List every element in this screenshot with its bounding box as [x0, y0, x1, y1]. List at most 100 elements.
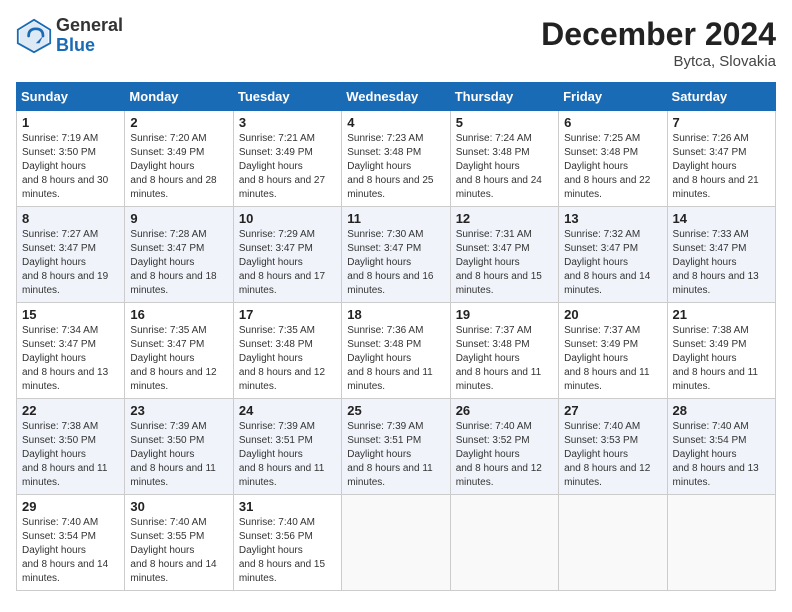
calendar-cell: 3 Sunrise: 7:21 AMSunset: 3:49 PMDaylight… — [233, 111, 341, 207]
title-block: December 2024 Bytca, Slovakia — [541, 16, 776, 70]
day-info: Sunrise: 7:39 AMSunset: 3:50 PMDaylight … — [130, 420, 227, 490]
day-number: 25 — [347, 403, 444, 418]
day-info: Sunrise: 7:37 AMSunset: 3:48 PMDaylight … — [456, 324, 553, 394]
day-info: Sunrise: 7:36 AMSunset: 3:48 PMDaylight … — [347, 324, 444, 394]
day-info: Sunrise: 7:40 AMSunset: 3:53 PMDaylight … — [564, 420, 661, 490]
calendar-header-friday: Friday — [559, 83, 667, 111]
day-number: 15 — [22, 307, 119, 322]
day-info: Sunrise: 7:27 AMSunset: 3:47 PMDaylight … — [22, 228, 119, 298]
day-info: Sunrise: 7:35 AMSunset: 3:48 PMDaylight … — [239, 324, 336, 394]
day-info: Sunrise: 7:30 AMSunset: 3:47 PMDaylight … — [347, 228, 444, 298]
calendar-week-row: 1Sunrise: 7:19 AMSunset: 3:50 PMDaylight… — [17, 111, 776, 207]
calendar-cell: 10 Sunrise: 7:29 AMSunset: 3:47 PMDayligh… — [233, 207, 341, 303]
calendar-cell: 8 Sunrise: 7:27 AMSunset: 3:47 PMDaylight… — [17, 207, 125, 303]
day-info: Sunrise: 7:39 AMSunset: 3:51 PMDaylight … — [347, 420, 444, 490]
calendar-cell: 31 Sunrise: 7:40 AMSunset: 3:56 PMDayligh… — [233, 495, 341, 591]
day-info: Sunrise: 7:35 AMSunset: 3:47 PMDaylight … — [130, 324, 227, 394]
calendar-header-tuesday: Tuesday — [233, 83, 341, 111]
calendar-header-monday: Monday — [125, 83, 233, 111]
day-info: Sunrise: 7:21 AMSunset: 3:49 PMDaylight … — [239, 132, 336, 202]
day-number: 17 — [239, 307, 336, 322]
day-info: Sunrise: 7:40 AMSunset: 3:56 PMDaylight … — [239, 516, 336, 586]
logo-text: General Blue — [56, 16, 123, 56]
day-number: 12 — [456, 211, 553, 226]
calendar-week-row: 8 Sunrise: 7:27 AMSunset: 3:47 PMDaylight… — [17, 207, 776, 303]
day-number: 5 — [456, 115, 553, 130]
calendar-cell: 4 Sunrise: 7:23 AMSunset: 3:48 PMDaylight… — [342, 111, 450, 207]
calendar-cell: 7 Sunrise: 7:26 AMSunset: 3:47 PMDaylight… — [667, 111, 775, 207]
calendar-cell: 26 Sunrise: 7:40 AMSunset: 3:52 PMDayligh… — [450, 399, 558, 495]
calendar-cell — [450, 495, 558, 591]
day-info: Sunrise: 7:19 AMSunset: 3:50 PMDaylight … — [22, 132, 119, 202]
day-number: 23 — [130, 403, 227, 418]
calendar-cell: 5 Sunrise: 7:24 AMSunset: 3:48 PMDaylight… — [450, 111, 558, 207]
calendar-cell: 2Sunrise: 7:20 AMSunset: 3:49 PMDaylight… — [125, 111, 233, 207]
day-number: 14 — [673, 211, 770, 226]
calendar-cell: 18 Sunrise: 7:36 AMSunset: 3:48 PMDayligh… — [342, 303, 450, 399]
calendar-cell — [342, 495, 450, 591]
day-info: Sunrise: 7:40 AMSunset: 3:54 PMDaylight … — [22, 516, 119, 586]
calendar-header-row: SundayMondayTuesdayWednesdayThursdayFrid… — [17, 83, 776, 111]
day-number: 4 — [347, 115, 444, 130]
day-number: 31 — [239, 499, 336, 514]
day-number: 24 — [239, 403, 336, 418]
calendar-cell: 15Sunrise: 7:34 AMSunset: 3:47 PMDayligh… — [17, 303, 125, 399]
day-number: 3 — [239, 115, 336, 130]
calendar-header-wednesday: Wednesday — [342, 83, 450, 111]
calendar-header-sunday: Sunday — [17, 83, 125, 111]
day-number: 16 — [130, 307, 227, 322]
day-info: Sunrise: 7:25 AMSunset: 3:48 PMDaylight … — [564, 132, 661, 202]
day-info: Sunrise: 7:28 AMSunset: 3:47 PMDaylight … — [130, 228, 227, 298]
day-number: 9 — [130, 211, 227, 226]
day-number: 22 — [22, 403, 119, 418]
day-number: 21 — [673, 307, 770, 322]
day-info: Sunrise: 7:40 AMSunset: 3:52 PMDaylight … — [456, 420, 553, 490]
day-number: 29 — [22, 499, 119, 514]
logo-icon — [16, 18, 52, 54]
calendar-cell: 9 Sunrise: 7:28 AMSunset: 3:47 PMDaylight… — [125, 207, 233, 303]
day-info: Sunrise: 7:23 AMSunset: 3:48 PMDaylight … — [347, 132, 444, 202]
calendar-cell: 23 Sunrise: 7:39 AMSunset: 3:50 PMDayligh… — [125, 399, 233, 495]
day-info: Sunrise: 7:32 AMSunset: 3:47 PMDaylight … — [564, 228, 661, 298]
day-info: Sunrise: 7:37 AMSunset: 3:49 PMDaylight … — [564, 324, 661, 394]
day-info: Sunrise: 7:29 AMSunset: 3:47 PMDaylight … — [239, 228, 336, 298]
day-info: Sunrise: 7:33 AMSunset: 3:47 PMDaylight … — [673, 228, 770, 298]
day-info: Sunrise: 7:24 AMSunset: 3:48 PMDaylight … — [456, 132, 553, 202]
page-header: General Blue December 2024 Bytca, Slovak… — [16, 16, 776, 70]
day-info: Sunrise: 7:38 AMSunset: 3:49 PMDaylight … — [673, 324, 770, 394]
day-number: 13 — [564, 211, 661, 226]
calendar-cell: 30Sunrise: 7:40 AMSunset: 3:55 PMDayligh… — [125, 495, 233, 591]
calendar-cell: 29 Sunrise: 7:40 AMSunset: 3:54 PMDayligh… — [17, 495, 125, 591]
day-info: Sunrise: 7:20 AMSunset: 3:49 PMDaylight … — [130, 132, 227, 202]
day-number: 10 — [239, 211, 336, 226]
calendar-cell: 27 Sunrise: 7:40 AMSunset: 3:53 PMDayligh… — [559, 399, 667, 495]
logo-general-text: General — [56, 16, 123, 36]
day-number: 7 — [673, 115, 770, 130]
day-info: Sunrise: 7:40 AMSunset: 3:54 PMDaylight … — [673, 420, 770, 490]
calendar-cell: 22 Sunrise: 7:38 AMSunset: 3:50 PMDayligh… — [17, 399, 125, 495]
day-number: 19 — [456, 307, 553, 322]
day-number: 26 — [456, 403, 553, 418]
location: Bytca, Slovakia — [541, 53, 776, 70]
calendar-cell: 6 Sunrise: 7:25 AMSunset: 3:48 PMDaylight… — [559, 111, 667, 207]
calendar-table: SundayMondayTuesdayWednesdayThursdayFrid… — [16, 82, 776, 591]
day-number: 30 — [130, 499, 227, 514]
calendar-cell: 21 Sunrise: 7:38 AMSunset: 3:49 PMDayligh… — [667, 303, 775, 399]
calendar-cell: 19 Sunrise: 7:37 AMSunset: 3:48 PMDayligh… — [450, 303, 558, 399]
day-info: Sunrise: 7:38 AMSunset: 3:50 PMDaylight … — [22, 420, 119, 490]
calendar-cell: 16 Sunrise: 7:35 AMSunset: 3:47 PMDayligh… — [125, 303, 233, 399]
day-number: 27 — [564, 403, 661, 418]
day-number: 8 — [22, 211, 119, 226]
calendar-header-saturday: Saturday — [667, 83, 775, 111]
day-number: 28 — [673, 403, 770, 418]
calendar-week-row: 22 Sunrise: 7:38 AMSunset: 3:50 PMDayligh… — [17, 399, 776, 495]
day-number: 6 — [564, 115, 661, 130]
logo: General Blue — [16, 16, 123, 56]
day-info: Sunrise: 7:26 AMSunset: 3:47 PMDaylight … — [673, 132, 770, 202]
day-number: 18 — [347, 307, 444, 322]
calendar-cell — [667, 495, 775, 591]
month-title: December 2024 — [541, 16, 776, 53]
calendar-cell: 28 Sunrise: 7:40 AMSunset: 3:54 PMDayligh… — [667, 399, 775, 495]
day-number: 11 — [347, 211, 444, 226]
calendar-header-thursday: Thursday — [450, 83, 558, 111]
